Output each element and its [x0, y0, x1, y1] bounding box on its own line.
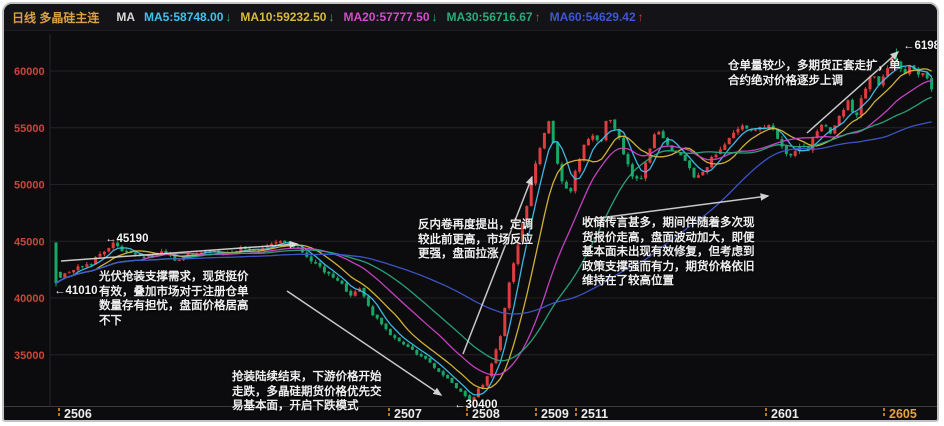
y-axis-label: 60000	[14, 66, 45, 78]
annotation-note-line: 数量存有担忧，盘面价格居高	[99, 299, 249, 314]
annotation-note-line: 有效，叠加市场对于注册仓单	[99, 285, 249, 300]
annotation-note-line: 抢装陆续结束，下游价格开始	[232, 370, 382, 385]
annotation-note: 仓单量较少，多期货正套走扩，单合约绝对价格逐步上调	[728, 59, 901, 88]
x-axis-label: 2601	[771, 407, 799, 420]
down-arrow-icon: ↓	[432, 10, 438, 24]
up-arrow-icon: ↑	[638, 10, 644, 24]
up-arrow-icon: ↑	[535, 10, 541, 24]
annotation-note-line: 基本面未出现有效修复，但考虑到	[582, 245, 755, 260]
ma-indicator-label[interactable]: MA	[116, 10, 135, 24]
ma30-value: MA30:56716.67	[447, 10, 533, 24]
ma10-value: MA10:59232.50	[240, 10, 326, 24]
ma-item-ma5: MA5:58748.00↓	[144, 10, 231, 24]
annotation-note-line: 维持在了较高位置	[582, 274, 755, 289]
annotation-note-line: 货报价走高，盘面波动加大，即便	[582, 231, 755, 246]
down-arrow-icon: ↓	[328, 10, 334, 24]
x-axis-label: 2511	[581, 407, 608, 420]
ma-values-group: MA5:58748.00↓MA10:59232.50↓MA20:57777.50…	[144, 10, 644, 24]
x-axis-label: 2506	[64, 407, 92, 420]
x-axis-label: 2509	[541, 407, 569, 420]
chart-header: 日线 多晶硅主连 MA MA5:58748.00↓MA10:59232.50↓M…	[4, 4, 937, 31]
y-axis-label: 35000	[14, 350, 45, 362]
annotation-note-line: 光伏抢装支撑需求，现货挺价	[99, 270, 249, 285]
annotation-note-line: 政策支撑强而有力，期货价格依旧	[582, 260, 755, 275]
annotation-note-line: 收储传言甚多，期间伴随着多次现	[582, 216, 755, 231]
ma20-value: MA20:57777.50	[343, 10, 429, 24]
annotation-note-line: 易基本面，开启下跌模式	[232, 399, 382, 414]
annotation-note: 反内卷再度提出，定调较此前更高，市场反应更强，盘面拉涨	[418, 218, 533, 262]
ma60-value: MA60:54629.42	[550, 10, 636, 24]
annotation-note-line: 走跌，多晶硅期货价格优先交	[232, 385, 382, 400]
y-axis-label: 45000	[14, 236, 45, 248]
price-marker-label: ←45190	[105, 233, 148, 245]
chart-window: 日线 多晶硅主连 MA MA5:58748.00↓MA10:59232.50↓M…	[2, 2, 939, 422]
y-axis-label: 50000	[14, 180, 45, 192]
ma-item-ma30: MA30:56716.67↑	[447, 10, 541, 24]
price-marker-label: ←41010	[54, 285, 97, 297]
annotation-note-line: 反内卷再度提出，定调	[418, 218, 533, 233]
chart-title: 日线 多晶硅主连	[12, 9, 99, 26]
annotation-note: 光伏抢装支撑需求，现货挺价有效，叠加市场对于注册仓单数量存有担忧，盘面价格居高不…	[99, 270, 249, 328]
y-axis-label: 55000	[14, 123, 45, 135]
annotation-note-line: 仓单量较少，多期货正套走扩，单	[728, 59, 901, 74]
x-axis-label: 2605	[889, 407, 917, 420]
x-axis-label: 2507	[394, 407, 422, 420]
annotation-note-line: 较此前更高，市场反应	[418, 233, 533, 248]
price-marker-label: ←30400	[454, 399, 497, 411]
annotation-note: 收储传言甚多，期间伴随着多次现货报价走高，盘面波动加大，即便基本面未出现有效修复…	[582, 216, 755, 289]
y-axis-label: 40000	[14, 293, 45, 305]
annotation-note-line: 不下	[99, 314, 249, 329]
annotation-note-line: 更强，盘面拉涨	[418, 247, 533, 262]
ma-item-ma20: MA20:57777.50↓	[343, 10, 437, 24]
price-marker-label: ←61985	[903, 40, 939, 52]
annotation-note-line: 合约绝对价格逐步上调	[728, 74, 901, 89]
ma5-value: MA5:58748.00	[144, 10, 223, 24]
annotation-note: 抢装陆续结束，下游价格开始走跌，多晶硅期货价格优先交易基本面，开启下跌模式	[232, 370, 382, 414]
ma-item-ma10: MA10:59232.50↓	[240, 10, 334, 24]
down-arrow-icon: ↓	[225, 10, 231, 24]
ma-item-ma60: MA60:54629.42↑	[550, 10, 644, 24]
